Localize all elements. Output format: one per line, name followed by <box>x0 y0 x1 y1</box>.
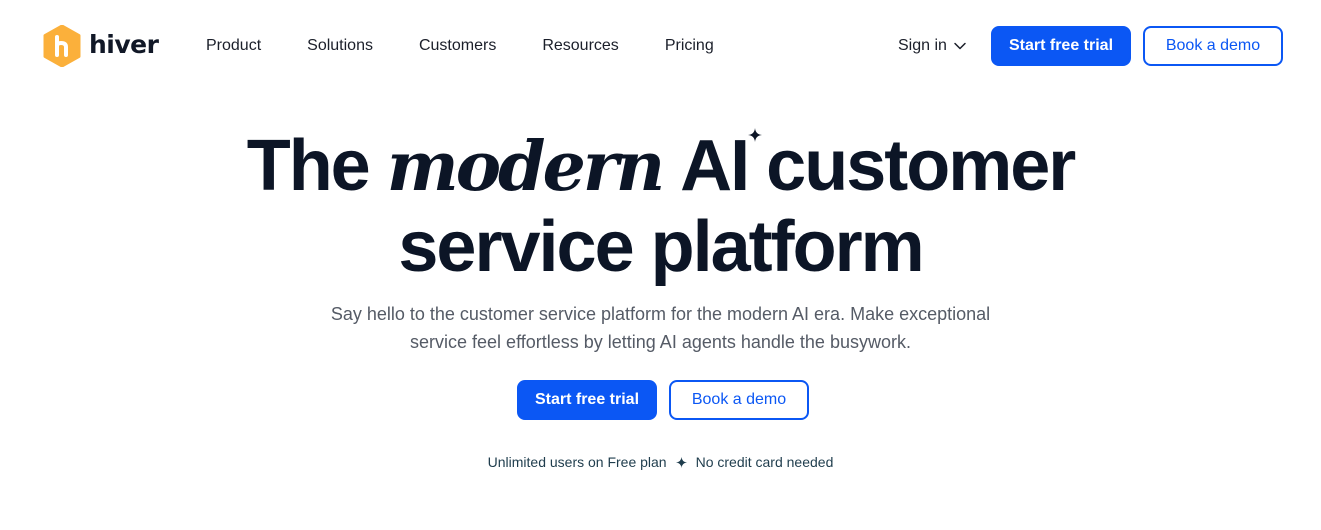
subtitle-line-2: service feel effortless by letting AI ag… <box>410 332 911 352</box>
logo-link[interactable]: hiver <box>42 25 159 67</box>
hero-book-demo-button[interactable]: Book a demo <box>669 380 809 420</box>
sign-in-label: Sign in <box>898 37 947 54</box>
sparkle-icon <box>748 128 763 142</box>
headline-word-ai: AI <box>680 126 750 206</box>
logo-wordmark: hiver <box>89 30 159 59</box>
headline-line-1: The modern AI customer <box>0 124 1321 209</box>
subtitle-line-1: Say hello to the customer service platfo… <box>330 304 991 324</box>
nav-customers[interactable]: Customers <box>419 36 496 56</box>
main-nav: Product Solutions Customers Resources Pr… <box>206 36 714 56</box>
site-header: hiver Product Solutions Customers Resour… <box>0 0 1321 92</box>
header-book-demo-button[interactable]: Book a demo <box>1143 26 1283 66</box>
headline-word-customer: customer <box>766 126 1076 206</box>
nav-product[interactable]: Product <box>206 36 261 56</box>
footnote-free-plan: Unlimited users on Free plan <box>487 454 667 470</box>
headline-line-2: service platform <box>398 207 924 287</box>
headline-word-the: The <box>246 126 371 206</box>
hero-subtitle: Say hello to the customer service platfo… <box>0 300 1321 356</box>
headline-ai-group: AI <box>680 124 763 208</box>
page: hiver Product Solutions Customers Resour… <box>0 0 1321 530</box>
header-start-trial-button[interactable]: Start free trial <box>991 26 1131 66</box>
hero-start-trial-button[interactable]: Start free trial <box>517 380 657 420</box>
headline-word-modern: modern <box>386 127 665 207</box>
sign-in-dropdown[interactable]: Sign in <box>898 36 967 56</box>
sparkle-icon <box>675 456 687 468</box>
hero-headline: The modern AI customer service platform <box>0 124 1321 285</box>
chevron-down-icon <box>954 42 966 50</box>
nav-resources[interactable]: Resources <box>542 36 618 56</box>
nav-solutions[interactable]: Solutions <box>307 36 373 56</box>
nav-pricing[interactable]: Pricing <box>665 36 714 56</box>
hiver-logo-icon <box>43 25 81 67</box>
hero-footnote: Unlimited users on Free plan No credit c… <box>0 453 1321 471</box>
footnote-no-card: No credit card needed <box>695 454 834 470</box>
